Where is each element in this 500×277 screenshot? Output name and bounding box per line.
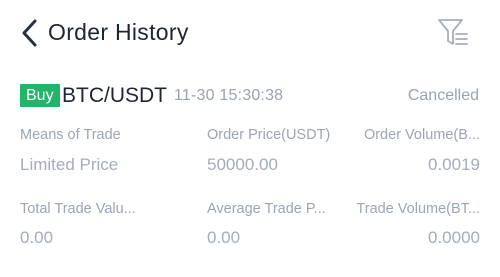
order-price-value: 50000.00 [207,155,278,174]
order-status: Cancelled [407,87,479,104]
trade-volume-label: Trade Volume(BT... [356,201,480,217]
filter-icon [438,19,468,45]
filter-button[interactable] [436,16,470,48]
order-volume-label: Order Volume(B... [363,127,480,143]
average-trade-price-value: 0.00 [207,228,241,247]
means-of-trade-label: Means of Trade [20,127,121,143]
total-trade-value-value: 0.00 [20,228,54,247]
trade-volume-value: 0.0000 [428,228,480,247]
page-title: Order History [48,19,189,45]
means-of-trade-value: Limited Price [20,155,119,174]
total-trade-value-label: Total Trade Valu... [20,201,136,217]
buy-badge: Buy [20,84,60,107]
trading-pair: BTC/USDT [62,84,167,107]
header-bar: Order History [0,0,500,66]
order-timestamp: 11-30 15:30:38 [174,87,284,104]
average-trade-price-label: Average Trade P... [207,201,326,217]
chevron-left-icon [22,19,37,47]
order-header[interactable]: Buy BTC/USDT 11-30 15:30:38 Cancelled [20,82,480,110]
order-volume-value: 0.0019 [428,155,480,174]
back-button[interactable] [18,16,44,50]
order-price-label: Order Price(USDT) [207,127,331,143]
